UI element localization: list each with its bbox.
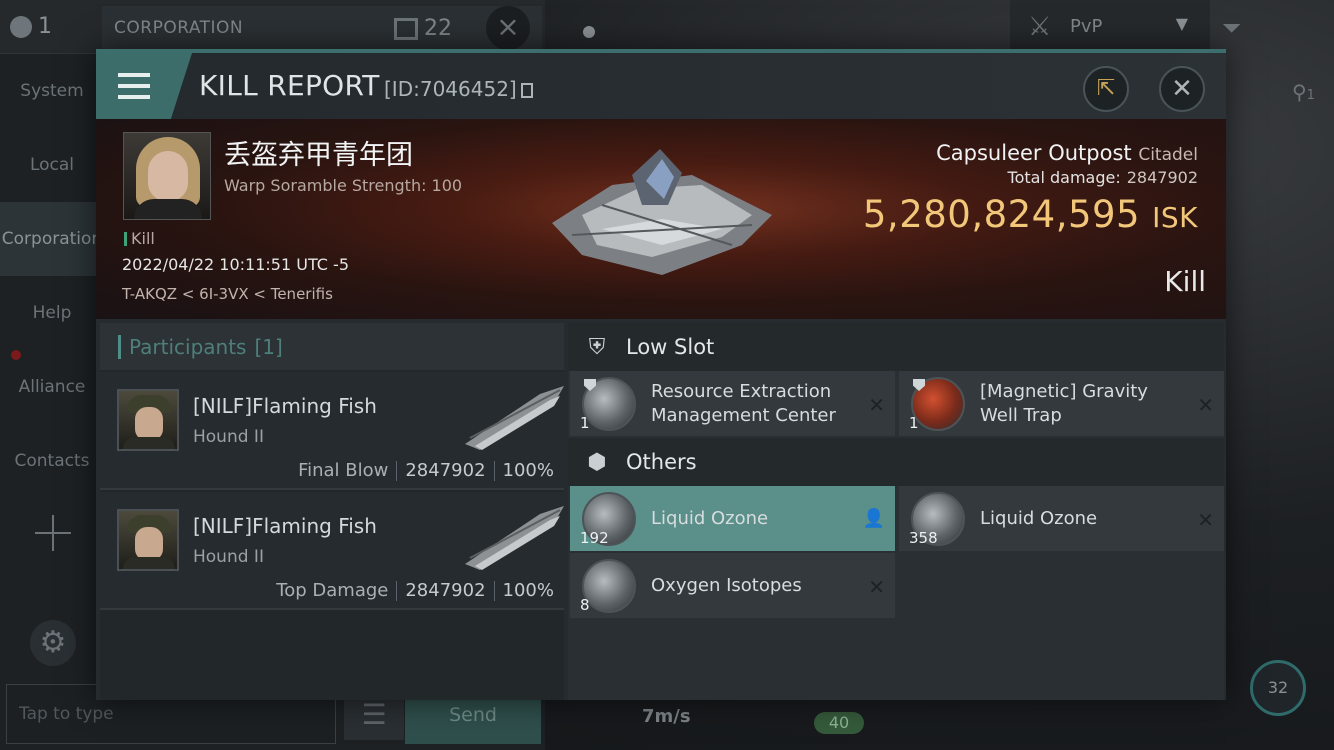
hamburger-icon <box>118 73 150 99</box>
participant-row[interactable]: [NILF]Flaming Fish Hound II Top Damage 2… <box>100 492 564 610</box>
commodity-icon <box>582 559 636 613</box>
victim-name: 丢盔弃甲青年团 <box>224 140 413 171</box>
channel-member-count: 22 <box>394 16 452 41</box>
person-icon: 👤 <box>862 508 885 529</box>
item-name: Resource Extraction Management Center <box>651 381 836 426</box>
person-icon <box>10 15 32 38</box>
list-item[interactable]: 358 Liquid Ozone ✕ <box>899 486 1224 551</box>
nav-corporation[interactable]: Corporation <box>0 202 104 276</box>
low-slot-grid: 1 Resource Extraction Management Center … <box>568 371 1224 436</box>
item-name: Liquid Ozone <box>651 507 769 529</box>
nav-system[interactable]: System <box>0 54 104 128</box>
target-count-badge[interactable]: 32 <box>1250 660 1306 716</box>
participant-row[interactable]: [NILF]Flaming Fish Hound II Final Blow 2… <box>100 372 564 490</box>
victim-portrait[interactable] <box>123 132 211 220</box>
nav-contacts[interactable]: Contacts <box>0 424 104 498</box>
channel-tab-label: CORPORATION <box>114 18 244 38</box>
mode-selector[interactable]: ⚔ PvP ▼ <box>1010 0 1210 54</box>
participant-name: [NILF]Flaming Fish <box>193 514 377 538</box>
item-name: Liquid Ozone <box>980 507 1098 529</box>
item-quantity: 192 <box>580 529 609 547</box>
list-item[interactable]: 8 Oxygen Isotopes ✕ <box>570 553 895 618</box>
item-name: Oxygen Isotopes <box>651 574 802 596</box>
participant-stats: Top Damage 2847902 100% <box>276 580 554 601</box>
channel-tab-corporation[interactable]: CORPORATION 22 × <box>102 6 542 50</box>
add-channel-button[interactable] <box>35 515 71 551</box>
weapon-image <box>465 386 564 450</box>
weapon-image <box>465 506 564 570</box>
nav-local[interactable]: Local <box>0 128 104 202</box>
isk-value: 5,280,824,595 ISK <box>862 193 1198 236</box>
drone-count-badge: 40 <box>814 712 864 734</box>
report-kind: Kill <box>1164 265 1206 298</box>
destroyed-icon: ✕ <box>1197 508 1214 532</box>
modal-header: KILL REPORT [ID:7046452] ⇱ ✕ <box>96 53 1226 119</box>
value-summary: Capsuleer Outpost Citadel Total damage: 2… <box>863 141 1198 236</box>
speed-readout: 7m/s <box>642 706 691 727</box>
chat-nav: System Local Corporation Help Alliance C… <box>0 54 104 498</box>
list-item[interactable]: 1 Resource Extraction Management Center … <box>570 371 895 436</box>
item-name: [Magnetic] Gravity Well Trap <box>980 381 1148 426</box>
report-id[interactable]: [ID:7046452] <box>384 77 533 101</box>
notification-dot <box>11 350 21 360</box>
participant-ship: Hound II <box>193 547 264 567</box>
item-quantity: 358 <box>909 529 938 547</box>
low-slot-icon: ⛨ <box>588 334 606 360</box>
items-panel: ⛨ Low Slot 1 Resource Extraction Managem… <box>568 323 1224 700</box>
chevron-down-icon: ▼ <box>1175 14 1188 33</box>
destroyed-icon: ✕ <box>868 575 885 599</box>
kill-location[interactable]: T-AKQZ < 6I-3VX < Tenerifis <box>122 285 333 303</box>
avatar[interactable] <box>117 389 179 451</box>
section-low-slot: ⛨ Low Slot <box>568 323 1224 371</box>
search-icon[interactable]: ⚲1 <box>1292 80 1315 104</box>
item-quantity: 1 <box>580 414 590 432</box>
kill-timestamp: 2022/04/22 10:11:51 UTC -5 <box>122 255 350 274</box>
page-title: KILL REPORT <box>199 69 380 102</box>
participants-header: Participants [1] <box>100 323 564 370</box>
kill-tag: Kill <box>124 229 155 248</box>
list-item[interactable]: 192 Liquid Ozone 👤 <box>570 486 895 551</box>
mode-label: PvP <box>1070 16 1103 37</box>
close-button[interactable]: ✕ <box>1159 66 1205 112</box>
others-grid: 192 Liquid Ozone 👤 358 Liquid Ozone ✕ 8 … <box>568 486 1224 618</box>
participant-name: [NILF]Flaming Fish <box>193 394 377 418</box>
share-button[interactable]: ⇱ <box>1083 66 1129 112</box>
filter-icon[interactable]: ⏷ <box>1222 14 1241 42</box>
chat-top-bar: 1 CORPORATION 22 × <box>0 0 545 54</box>
participant-stats: Final Blow 2847902 100% <box>298 460 554 481</box>
item-quantity: 8 <box>580 596 590 614</box>
participant-ship: Hound II <box>193 427 264 447</box>
structure-type: Capsuleer Outpost Citadel <box>936 141 1198 165</box>
status-dot <box>583 26 595 38</box>
victim-banner: 丢盔弃甲青年团 Warp Soramble Strength: 100 Kill… <box>96 119 1226 319</box>
destroyed-icon: ✕ <box>868 393 885 417</box>
victim-subtitle: Warp Soramble Strength: 100 <box>224 176 463 195</box>
gear-icon[interactable]: ⚙ <box>30 620 76 666</box>
nav-help[interactable]: Help <box>0 276 104 350</box>
structure-image <box>552 149 772 275</box>
total-damage: Total damage: 2847902 <box>1007 168 1198 187</box>
section-others: ⬢ Others <box>568 438 1224 486</box>
kill-report-modal: KILL REPORT [ID:7046452] ⇱ ✕ 丢盔弃甲青年团 War… <box>96 49 1226 700</box>
list-item[interactable]: 1 [Magnetic] Gravity Well Trap ✕ <box>899 371 1224 436</box>
destroyed-icon: ✕ <box>1197 393 1214 417</box>
crossed-swords-icon: ⚔ <box>1028 12 1052 42</box>
member-count[interactable]: 1 <box>10 14 52 39</box>
nav-alliance[interactable]: Alliance <box>0 350 104 424</box>
close-channel-button[interactable]: × <box>486 6 530 50</box>
copy-icon[interactable] <box>520 83 533 98</box>
menu-button[interactable] <box>96 53 192 119</box>
participants-panel: Participants [1] [NILF]Flaming Fish Houn… <box>100 323 564 700</box>
avatar[interactable] <box>117 509 179 571</box>
item-quantity: 1 <box>909 414 919 432</box>
cube-icon: ⬢ <box>587 449 607 475</box>
window-icon <box>394 17 418 40</box>
